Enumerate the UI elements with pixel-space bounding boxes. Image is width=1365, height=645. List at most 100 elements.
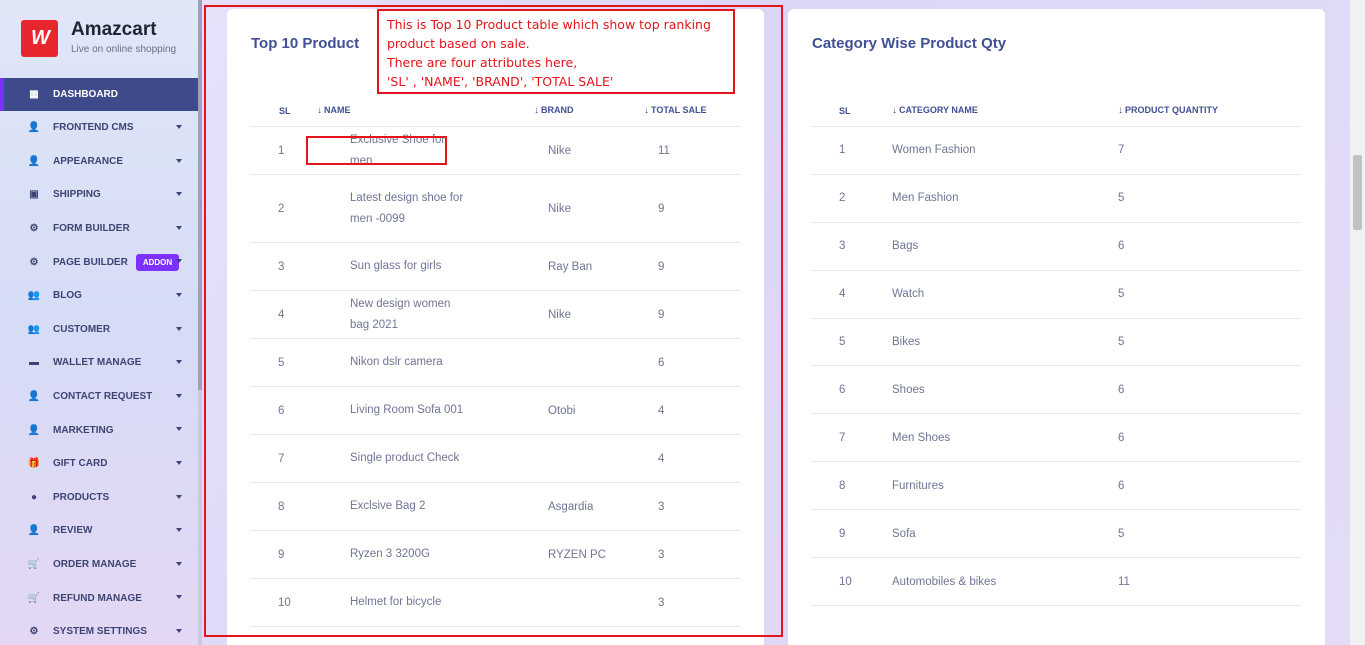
cell-sl: 1 <box>839 144 846 157</box>
sidebar-item-shipping[interactable]: ▣ SHIPPING <box>0 178 198 212</box>
sidebar-item-system-settings[interactable]: ⚙ SYSTEM SETTINGS <box>0 615 198 645</box>
chevron-down-icon <box>176 125 182 129</box>
sidebar-item-blog[interactable]: 👥 BLOG <box>0 279 198 313</box>
sidebar-item-label: WALLET MANAGE <box>53 357 142 369</box>
sidebar-item-gift-card[interactable]: 🎁 GIFT CARD <box>0 447 198 481</box>
category-qty-body: 1 Women Fashion 7 2 Men Fashion 5 3 Bags 6 4 Watch… <box>811 127 1301 607</box>
brand[interactable]: W Amazcart Live on online shopping <box>21 20 176 57</box>
category-qty-card: Category Wise Product Qty SL ↓ CATEGORY N… <box>788 9 1325 645</box>
chevron-down-icon <box>176 494 182 499</box>
gear-icon: ⚙ <box>29 626 39 638</box>
sidebar-item-label: FRONTEND CMS <box>53 122 134 134</box>
cell-category-name: Men Fashion <box>892 192 959 205</box>
sidebar-item-label: FORM BUILDER <box>53 223 130 235</box>
cart-icon: 🛒 <box>27 592 41 604</box>
sidebar-item-contact-request[interactable]: 👤 CONTACT REQUEST <box>0 380 198 414</box>
money-icon: ▣ <box>29 189 39 201</box>
table-row[interactable]: 3 Bags 6 <box>811 223 1301 271</box>
col-product-quantity[interactable]: ↓ PRODUCT QUANTITY <box>1114 105 1301 116</box>
page-scrollbar[interactable] <box>1350 0 1365 645</box>
annotation-outline-name <box>306 136 447 165</box>
sidebar-item-wallet-manage[interactable]: ▬ WALLET MANAGE <box>0 346 198 380</box>
sidebar-item-dashboard[interactable]: ▦ DASHBOARD <box>0 78 198 111</box>
table-row[interactable]: 9 Sofa 5 <box>811 510 1301 559</box>
sidebar-item-marketing[interactable]: 👤 MARKETING <box>0 413 198 447</box>
sidebar-item-appearance[interactable]: 👤 APPEARANCE <box>0 145 198 179</box>
cell-category-name: Furnitures <box>892 479 944 492</box>
cell-product-quantity: 5 <box>1118 192 1125 205</box>
sidebar-item-label: BLOG <box>53 290 82 302</box>
table-row[interactable]: 5 Bikes 5 <box>811 319 1301 367</box>
annotation-line: This is Top 10 Product table which show … <box>387 17 711 32</box>
cell-category-name: Bikes <box>892 336 921 348</box>
sidebar-item-label: PRODUCTS <box>53 491 110 503</box>
cell-product-quantity: 6 <box>1118 240 1125 253</box>
sidebar-item-customer[interactable]: 👥 CUSTOMER <box>0 313 198 347</box>
chevron-down-icon <box>176 528 182 533</box>
user-icon: 👤 <box>27 391 41 403</box>
cell-category-name: Women Fashion <box>892 144 976 157</box>
brand-name: Amazcart <box>71 19 157 40</box>
grid-icon: ▦ <box>29 89 39 100</box>
cart-icon: 🛒 <box>27 559 41 571</box>
chevron-down-icon <box>176 192 182 197</box>
sidebar-item-label: GIFT CARD <box>53 458 108 470</box>
category-qty-title: Category Wise Product Qty <box>812 35 1007 52</box>
cell-sl: 4 <box>839 288 846 301</box>
user-icon: 👤 <box>27 424 41 436</box>
product-icon: ● <box>30 491 38 503</box>
users-icon: 👥 <box>27 290 41 302</box>
cell-sl: 6 <box>839 383 846 396</box>
sidebar-item-label: ORDER MANAGE <box>53 559 137 571</box>
table-row[interactable]: 6 Shoes 6 <box>811 366 1301 415</box>
chevron-down-icon <box>176 158 182 163</box>
chevron-down-icon <box>176 225 182 230</box>
cell-product-quantity: 5 <box>1118 527 1125 540</box>
cell-sl: 9 <box>839 527 846 540</box>
cell-category-name: Watch <box>892 288 925 301</box>
page-scroll-thumb[interactable] <box>1353 155 1362 230</box>
col-sl[interactable]: SL <box>811 106 888 116</box>
sidebar-menu: ▦ DASHBOARD 👤 FRONTEND CMS 👤 APPEARANCE ▣ SHIPP… <box>0 78 198 645</box>
cell-category-name: Men Shoes <box>892 431 951 444</box>
sidebar-item-order-manage[interactable]: 🛒 ORDER MANAGE <box>0 548 198 582</box>
cell-product-quantity: 6 <box>1118 479 1125 492</box>
annotation-line: There are four attributes here, <box>387 55 578 70</box>
gears-icon: ⚙ <box>29 256 39 268</box>
chevron-down-icon <box>176 393 182 398</box>
table-row[interactable]: 1 Women Fashion 7 <box>811 127 1301 175</box>
table-row[interactable]: 10 Automobiles & bikes 11 <box>811 558 1301 607</box>
sidebar-scrollbar[interactable] <box>198 0 202 645</box>
category-qty-header: SL ↓ CATEGORY NAME ↓ PRODUCT QUANTITY <box>811 95 1301 127</box>
chevron-down-icon <box>176 460 182 465</box>
table-row[interactable]: 2 Men Fashion 5 <box>811 175 1301 223</box>
sidebar-item-refund-manage[interactable]: 🛒 REFUND MANAGE <box>0 581 198 615</box>
table-row[interactable]: 8 Furnitures 6 <box>811 462 1301 511</box>
sidebar-item-products[interactable]: ● PRODUCTS <box>0 481 198 515</box>
table-row[interactable]: 4 Watch 5 <box>811 271 1301 319</box>
sidebar-item-label: SYSTEM SETTINGS <box>53 626 147 638</box>
sidebar-item-frontend-cms[interactable]: 👤 FRONTEND CMS <box>0 111 198 145</box>
sort-arrow-icon: ↓ <box>892 105 897 116</box>
annotation-line: product based on sale. <box>387 36 530 51</box>
chevron-down-icon <box>176 292 182 297</box>
chevron-down-icon <box>176 360 182 365</box>
sidebar-item-review[interactable]: 👤 REVIEW <box>0 514 198 548</box>
cell-category-name: Automobiles & bikes <box>892 575 997 588</box>
sidebar-scroll-thumb[interactable] <box>198 0 202 390</box>
chevron-down-icon <box>176 561 182 566</box>
users-icon: 👥 <box>27 323 41 335</box>
col-category-name[interactable]: ↓ CATEGORY NAME <box>888 105 1114 116</box>
sidebar-item-label: DASHBOARD <box>53 89 118 100</box>
cell-product-quantity: 7 <box>1118 144 1125 157</box>
cell-product-quantity: 6 <box>1118 431 1125 444</box>
table-row[interactable]: 7 Men Shoes 6 <box>811 414 1301 463</box>
annotation-outline-table <box>204 5 783 637</box>
brand-logo: W <box>21 20 58 57</box>
chevron-down-icon <box>176 427 182 432</box>
sidebar-item-page-builder[interactable]: ⚙ PAGE BUILDER ADDON <box>0 245 198 279</box>
chevron-down-icon <box>176 326 182 331</box>
sidebar-item-form-builder[interactable]: ⚙ FORM BUILDER <box>0 212 198 246</box>
sidebar: W Amazcart Live on online shopping ▦ DASH… <box>0 0 198 645</box>
gears-icon: ⚙ <box>29 223 39 235</box>
